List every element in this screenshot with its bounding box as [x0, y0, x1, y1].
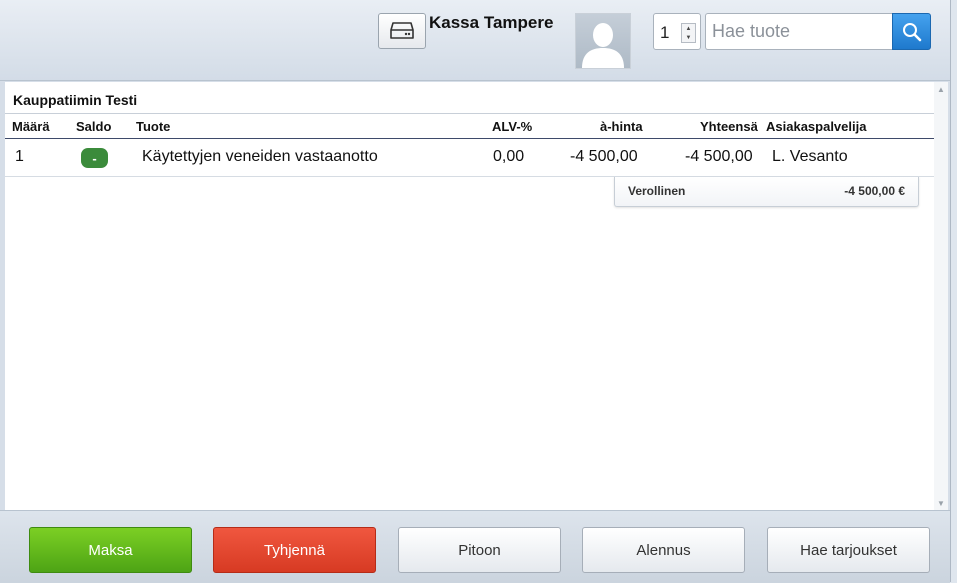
col-tuote: Tuote: [136, 119, 171, 134]
row-unit-price: -4 500,00: [570, 148, 638, 165]
hold-button[interactable]: Pitoon: [398, 527, 561, 573]
row-vat: 0,00: [493, 148, 525, 165]
product-search-input[interactable]: [705, 13, 893, 50]
cart-panel: Kauppatiimin Testi Määrä Saldo Tuote ALV…: [5, 82, 934, 510]
cart-table-header: Määrä Saldo Tuote ALV-% à-hinta Yhteensä…: [5, 113, 934, 139]
scroll-up-icon[interactable]: ▲: [934, 82, 948, 96]
spin-down-icon[interactable]: ▼: [682, 33, 695, 42]
col-yhteensa: Yhteensä: [700, 119, 758, 134]
quantity-value: 1: [660, 23, 670, 42]
scroll-down-icon[interactable]: ▼: [934, 496, 948, 510]
quantity-stepper[interactable]: 1 ▲ ▼: [653, 13, 701, 50]
action-bar: Maksa Tyhjennä Pitoon Alennus Hae tarjou…: [0, 510, 950, 583]
store-name: Kassa Tampere: [429, 13, 554, 32]
col-asiakaspalvelija: Asiakaspalvelija: [766, 119, 867, 134]
cart-row[interactable]: 1 - Käytettyjen veneiden vastaanotto 0,0…: [5, 139, 934, 177]
col-maara: Määrä: [12, 119, 50, 134]
discount-button[interactable]: Alennus: [582, 527, 745, 573]
clear-button[interactable]: Tyhjennä: [213, 527, 376, 573]
get-offers-button[interactable]: Hae tarjoukset: [767, 527, 930, 573]
cash-drawer-icon: [390, 22, 414, 39]
cash-drawer-button[interactable]: [378, 13, 426, 49]
summary-label: Verollinen: [628, 184, 686, 198]
header-bar: Kassa Tampere 1 ▲ ▼: [0, 0, 950, 81]
customer-name[interactable]: Kauppatiimin Testi: [13, 92, 137, 108]
summary-value: -4 500,00 €: [844, 184, 905, 198]
row-total: -4 500,00: [685, 148, 753, 165]
pay-button[interactable]: Maksa: [29, 527, 192, 573]
tax-summary: Verollinen -4 500,00 €: [614, 177, 919, 207]
row-salesperson: L. Vesanto: [772, 148, 848, 165]
search-button[interactable]: [892, 13, 931, 50]
col-saldo: Saldo: [76, 119, 112, 134]
row-product: Käytettyjen veneiden vastaanotto: [142, 148, 378, 165]
magnifier-icon: [902, 22, 921, 41]
spin-up-icon[interactable]: ▲: [682, 24, 695, 33]
row-quantity: 1: [15, 148, 24, 165]
saldo-badge[interactable]: -: [81, 148, 108, 168]
cart-scrollbar[interactable]: ▲ ▼: [934, 82, 948, 510]
user-avatar-icon[interactable]: [575, 13, 631, 69]
col-a-hinta: à-hinta: [600, 119, 643, 134]
quantity-spinner[interactable]: ▲ ▼: [681, 23, 696, 43]
col-alv: ALV-%: [492, 119, 533, 134]
pos-window: Kassa Tampere 1 ▲ ▼ Kauppatiimin Testi M…: [0, 0, 951, 583]
